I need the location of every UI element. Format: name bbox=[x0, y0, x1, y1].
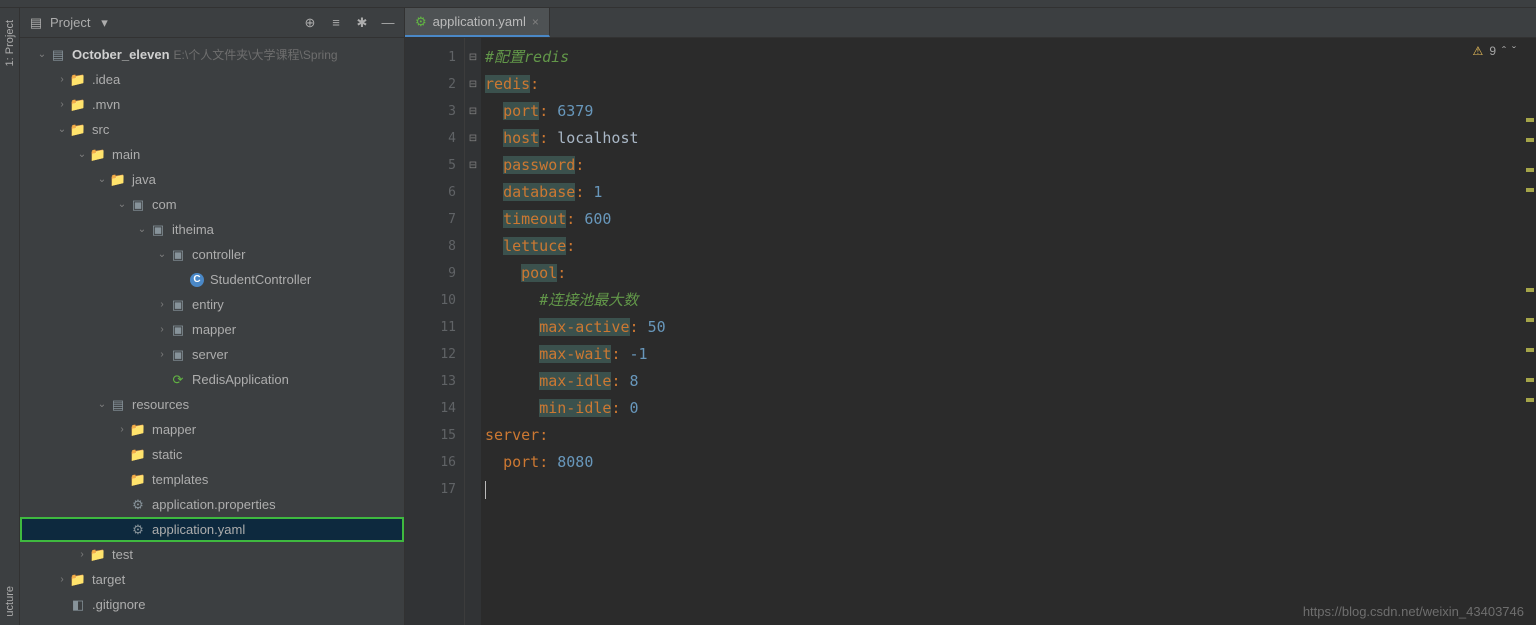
tree-templates[interactable]: 📁 templates bbox=[20, 467, 404, 492]
line-numbers: 12345678 91011121314151617 bbox=[405, 38, 465, 625]
tree-target[interactable]: ›📁 target bbox=[20, 567, 404, 592]
rail-project-btn[interactable]: 1: Project bbox=[4, 20, 16, 66]
tree-controller[interactable]: ⌄▣ controller bbox=[20, 242, 404, 267]
project-panel-header: ▤ Project ▾ ⊕ ≡ ✱ — bbox=[20, 8, 404, 38]
editor-body[interactable]: 12345678 91011121314151617 ⊟ ⊟ ⊟ ⊟⊟ #配置r… bbox=[405, 38, 1536, 625]
text-cursor bbox=[485, 481, 486, 499]
tree-root[interactable]: ⌄▤ October_eleven E:\个人文件夹\大学课程\Spring bbox=[20, 42, 404, 67]
locate-icon[interactable]: ⊕ bbox=[302, 15, 318, 31]
tree-student-controller[interactable]: C StudentController bbox=[20, 267, 404, 292]
expand-icon[interactable]: ≡ bbox=[328, 15, 344, 31]
spring-icon: ⚙ bbox=[415, 14, 427, 30]
project-tree[interactable]: ⌄▤ October_eleven E:\个人文件夹\大学课程\Spring ›… bbox=[20, 38, 404, 625]
tree-entiry[interactable]: ›▣ entiry bbox=[20, 292, 404, 317]
tree-resources[interactable]: ⌄▤ resources bbox=[20, 392, 404, 417]
tree-idea[interactable]: ›📁 .idea bbox=[20, 67, 404, 92]
fold-gutter[interactable]: ⊟ ⊟ ⊟ ⊟⊟ bbox=[465, 38, 481, 625]
warning-count: 9 bbox=[1489, 44, 1496, 58]
tree-mapper[interactable]: ›▣ mapper bbox=[20, 317, 404, 342]
code-content[interactable]: #配置redis redis: port: 6379 host: localho… bbox=[481, 38, 1536, 625]
tree-app-props[interactable]: ⚙ application.properties bbox=[20, 492, 404, 517]
project-panel: ▤ Project ▾ ⊕ ≡ ✱ — ⌄▤ October_eleven E:… bbox=[20, 8, 405, 625]
tree-main[interactable]: ⌄📁 main bbox=[20, 142, 404, 167]
tree-server[interactable]: ›▣ server bbox=[20, 342, 404, 367]
tree-app-yaml[interactable]: ⚙ application.yaml bbox=[20, 517, 404, 542]
watermark: https://blog.csdn.net/weixin_43403746 bbox=[1303, 604, 1524, 619]
warning-icon: ⚠ bbox=[1473, 44, 1484, 58]
tree-mapper2[interactable]: ›📁 mapper bbox=[20, 417, 404, 442]
tree-gitignore[interactable]: ◧ .gitignore bbox=[20, 592, 404, 617]
tree-java[interactable]: ⌄📁 java bbox=[20, 167, 404, 192]
dropdown-icon[interactable]: ▾ bbox=[96, 15, 112, 31]
tab-application-yaml[interactable]: ⚙ application.yaml × bbox=[405, 8, 550, 37]
tree-test[interactable]: ›📁 test bbox=[20, 542, 404, 567]
left-tool-rail: 1: Project ucture bbox=[0, 8, 20, 625]
tree-redis-app[interactable]: ⟳ RedisApplication bbox=[20, 367, 404, 392]
tree-mvn[interactable]: ›📁 .mvn bbox=[20, 92, 404, 117]
editor-stripes[interactable] bbox=[1524, 68, 1534, 468]
tree-com[interactable]: ⌄▣ com bbox=[20, 192, 404, 217]
editor-status[interactable]: ⚠ 9 ˆ ˇ bbox=[1473, 44, 1516, 58]
minimize-icon[interactable]: — bbox=[380, 15, 396, 31]
tree-static[interactable]: 📁 static bbox=[20, 442, 404, 467]
panel-title: Project bbox=[50, 15, 90, 30]
chevron-down-icon[interactable]: ˇ bbox=[1512, 44, 1516, 58]
editor-area: ⚙ application.yaml × 12345678 9101112131… bbox=[405, 8, 1536, 625]
tree-itheima[interactable]: ⌄▣ itheima bbox=[20, 217, 404, 242]
tree-src[interactable]: ⌄📁 src bbox=[20, 117, 404, 142]
close-icon[interactable]: × bbox=[532, 15, 539, 29]
tab-bar: ⚙ application.yaml × bbox=[405, 8, 1536, 38]
rail-structure-btn[interactable]: ucture bbox=[4, 586, 16, 617]
chevron-up-icon[interactable]: ˆ bbox=[1502, 44, 1506, 58]
gear-icon[interactable]: ✱ bbox=[354, 15, 370, 31]
tab-label: application.yaml bbox=[433, 14, 526, 29]
project-icon: ▤ bbox=[28, 15, 44, 31]
